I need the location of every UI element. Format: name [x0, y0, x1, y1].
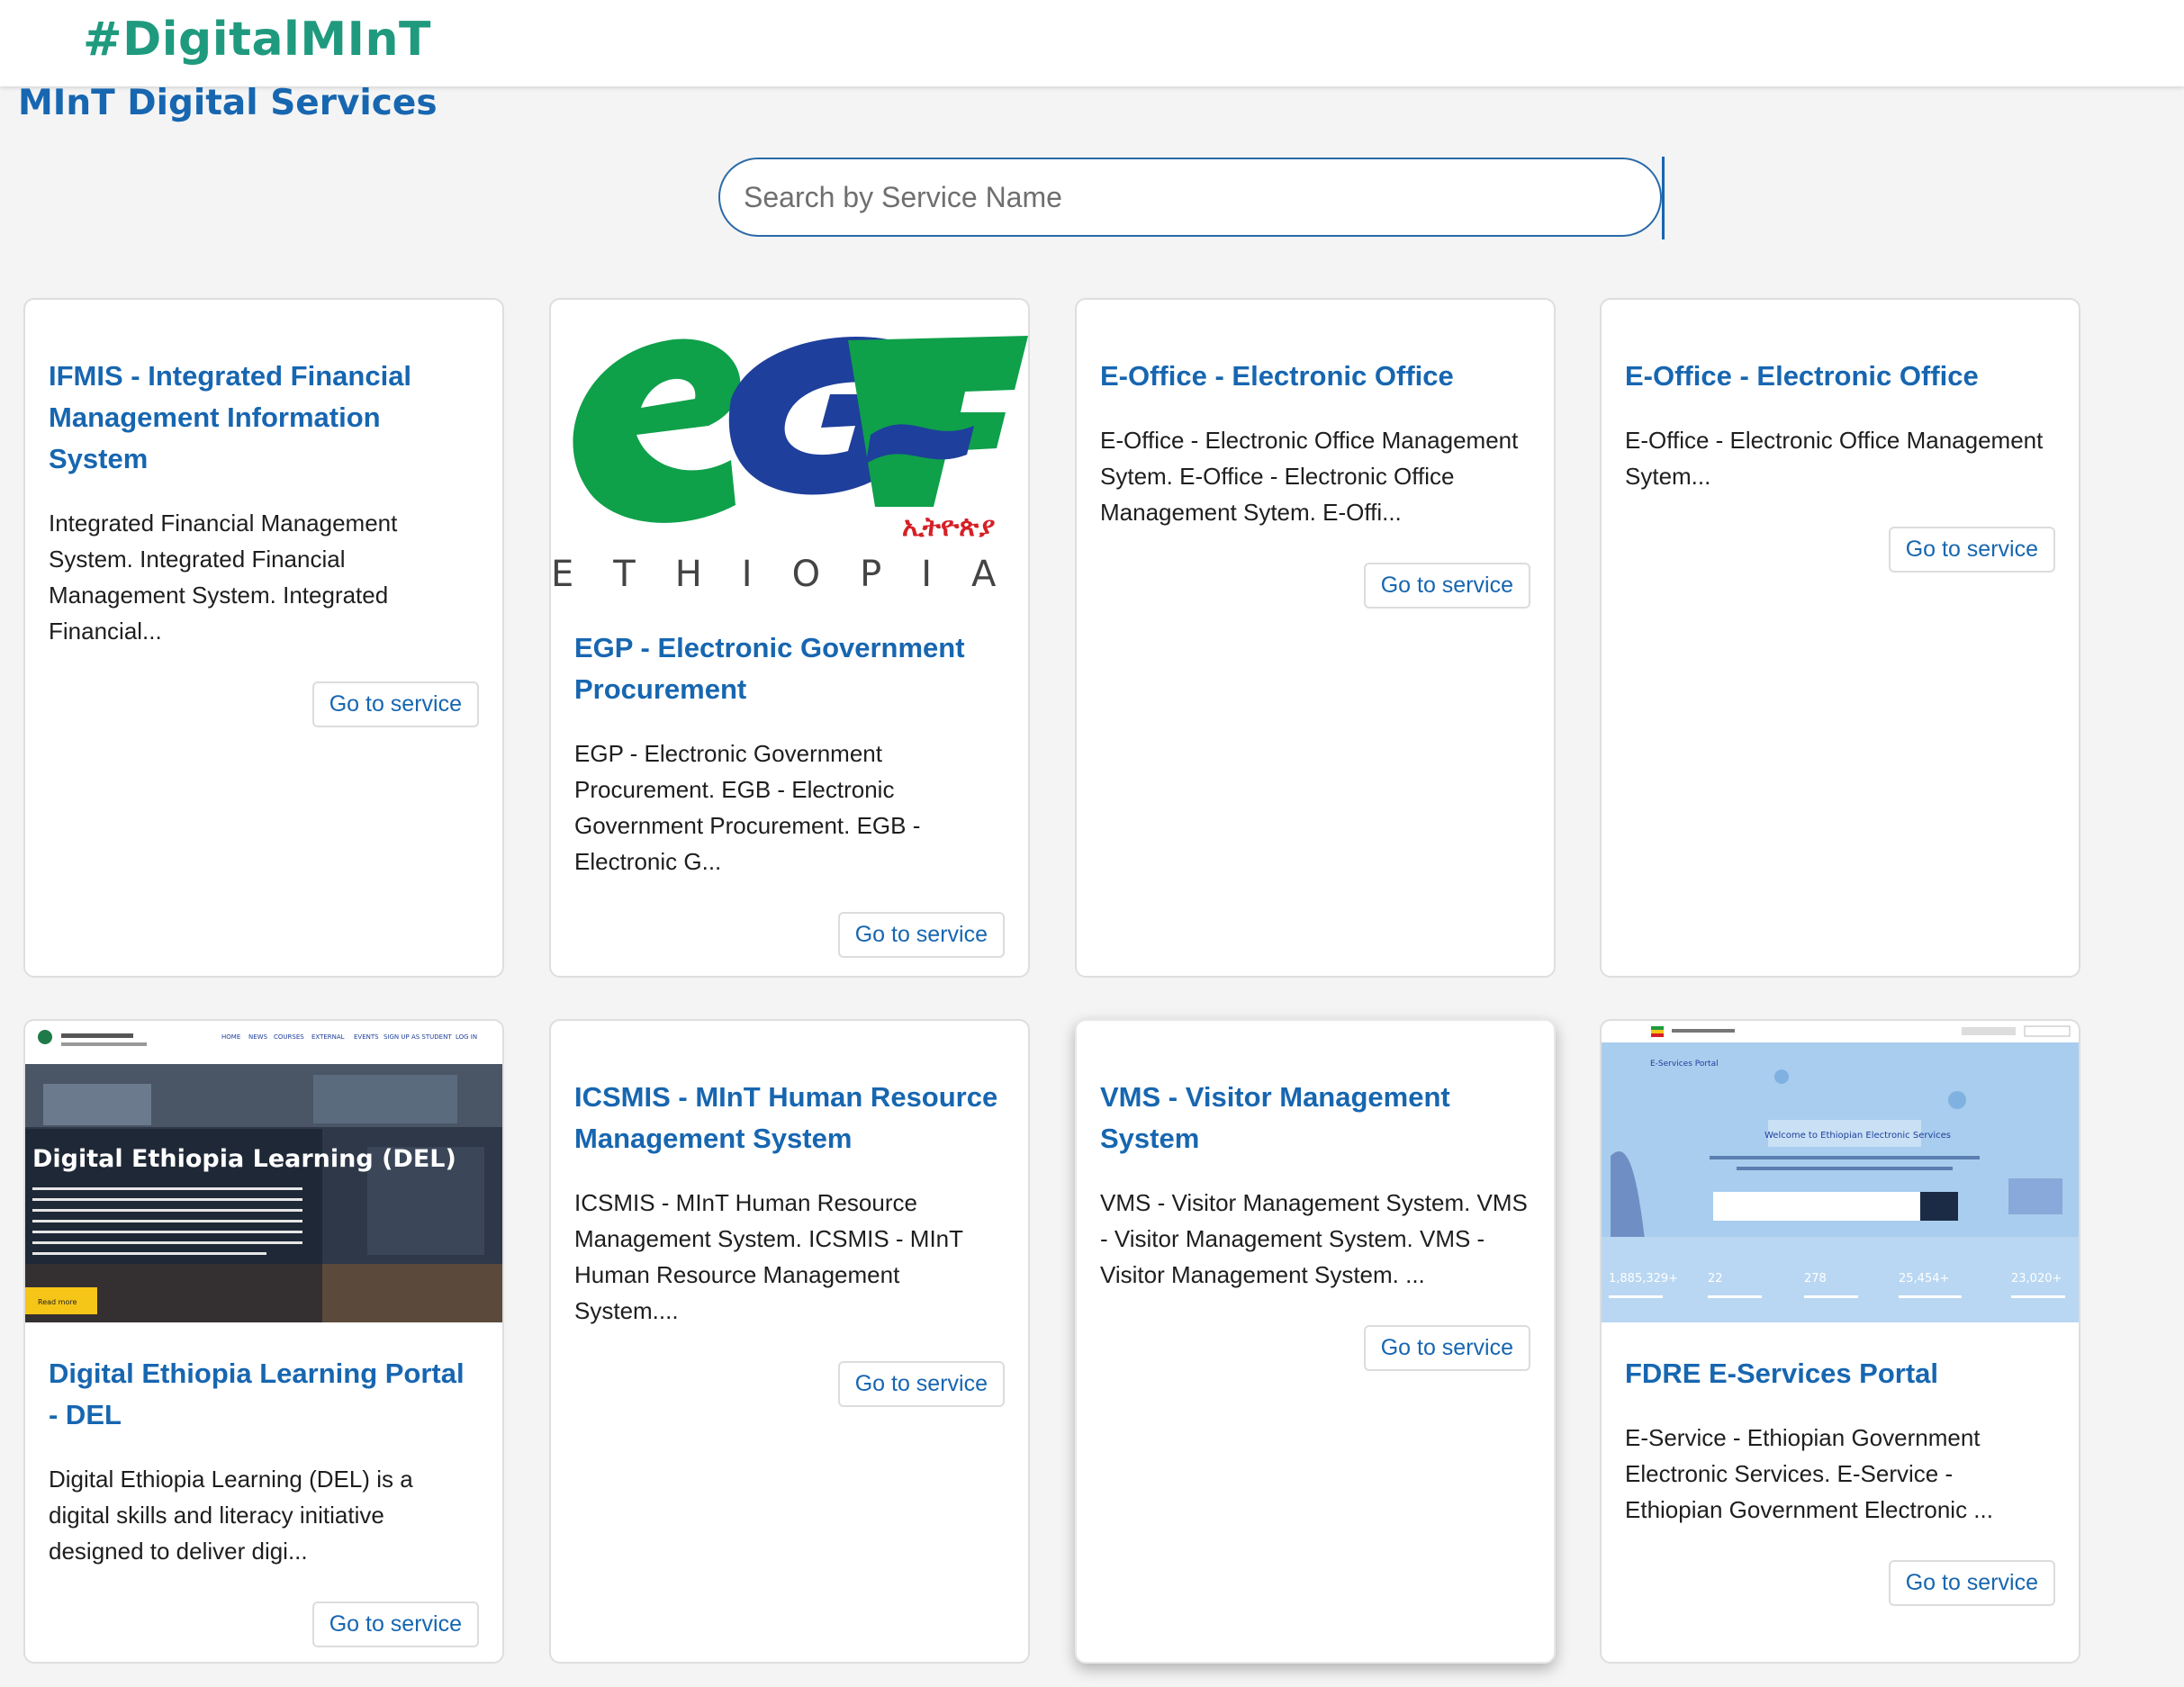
del-nav-item: LOG IN: [456, 1033, 477, 1041]
del-nav-item: EXTERNAL: [311, 1033, 345, 1041]
card-title[interactable]: IFMIS - Integrated Financial Management …: [49, 356, 479, 480]
card-description: E-Office - Electronic Office Management …: [1100, 427, 1519, 526]
fdre-stat-applications: 25,454+: [1899, 1272, 1949, 1286]
card-title[interactable]: ICSMIS - MInT Human Resource Management …: [574, 1077, 1005, 1159]
egp-amharic-label: ኢትዮጵያ: [902, 511, 995, 543]
card-title[interactable]: E-Office - Electronic Office: [1100, 356, 1530, 397]
del-screenshot-graphic: HOME NEWS COURSES EXTERNAL EVENTS SIGN U…: [25, 1021, 502, 1322]
go-to-service-button[interactable]: Go to service: [1363, 563, 1530, 609]
service-card-vms: VMS - Visitor Management System VMS - Vi…: [1075, 1019, 1556, 1664]
card-description: ICSMIS - MInT Human Resource Management …: [574, 1189, 963, 1324]
card-title[interactable]: FDRE E-Services Portal: [1625, 1353, 2055, 1394]
go-to-service-button[interactable]: Go to service: [1888, 527, 2055, 573]
del-cta-label: Read more: [38, 1298, 77, 1306]
del-screenshot-image: HOME NEWS COURSES EXTERNAL EVENTS SIGN U…: [25, 1021, 502, 1322]
fdre-screenshot-image: E-Services Portal Welcome to Ethiopian E…: [1602, 1021, 2079, 1322]
card-title[interactable]: E-Office - Electronic Office: [1625, 356, 2055, 397]
go-to-service-button[interactable]: Go to service: [1363, 1325, 1530, 1371]
fdre-screenshot-graphic: E-Services Portal Welcome to Ethiopian E…: [1602, 1021, 2079, 1322]
brand-logo[interactable]: #DigitalMInT: [83, 13, 431, 67]
fdre-stat-services: 278: [1804, 1272, 1827, 1286]
egp-logo-image: ኢትዮጵያ ETHIOPIA: [551, 300, 1028, 597]
egp-ethiopia-label: ETHIOPIA: [551, 554, 1028, 595]
service-card-fdre: E-Services Portal Welcome to Ethiopian E…: [1600, 1019, 2080, 1664]
del-nav-item: EVENTS: [354, 1033, 379, 1041]
fdre-stat-customers: 23,020+: [2011, 1272, 2062, 1286]
del-nav-item: HOME: [221, 1033, 240, 1041]
top-navbar: #DigitalMInT: [0, 0, 2184, 86]
card-description: EGP - Electronic Government Procurement.…: [574, 740, 921, 875]
service-card-del: HOME NEWS COURSES EXTERNAL EVENTS SIGN U…: [23, 1019, 504, 1664]
go-to-service-button[interactable]: Go to service: [311, 1601, 479, 1647]
service-card-eoffice-1: E-Office - Electronic Office E-Office - …: [1075, 298, 1556, 978]
service-card-eoffice-2: E-Office - Electronic Office E-Office - …: [1600, 298, 2080, 978]
go-to-service-button[interactable]: Go to service: [1888, 1560, 2055, 1606]
egp-logo-graphic: ኢትዮጵያ ETHIOPIA: [551, 336, 1028, 595]
del-headline: Digital Ethiopia Learning (DEL): [32, 1145, 456, 1173]
card-description: VMS - Visitor Management System. VMS - V…: [1100, 1189, 1528, 1288]
search-input[interactable]: [718, 158, 1662, 237]
fdre-welcome-text: Welcome to Ethiopian Electronic Services: [1764, 1131, 1951, 1141]
fdre-stat-visitors: 1,885,329+: [1609, 1272, 1678, 1286]
fdre-stat-providers: 22: [1708, 1272, 1723, 1286]
card-title[interactable]: VMS - Visitor Management System: [1100, 1077, 1530, 1159]
del-nav-item: NEWS: [248, 1033, 268, 1041]
page-title: MInT Digital Services: [18, 83, 438, 123]
card-description: E-Service - Ethiopian Government Electro…: [1625, 1424, 1993, 1523]
service-card-egp: ኢትዮጵያ ETHIOPIA EGP - Electronic Governme…: [549, 298, 1030, 978]
go-to-service-button[interactable]: Go to service: [837, 912, 1005, 958]
search-caret: [1662, 157, 1665, 239]
service-card-ifmis: IFMIS - Integrated Financial Management …: [23, 298, 504, 978]
del-nav-item: SIGN UP AS STUDENT: [384, 1033, 452, 1041]
card-description: Integrated Financial Management System. …: [49, 510, 398, 645]
card-title[interactable]: Digital Ethiopia Learning Portal - DEL: [49, 1353, 479, 1436]
service-card-icsmis: ICSMIS - MInT Human Resource Management …: [549, 1019, 1030, 1664]
card-title[interactable]: EGP - Electronic Government Procurement: [574, 627, 1005, 710]
fdre-portal-label: E-Services Portal: [1650, 1060, 1719, 1069]
card-description: E-Office - Electronic Office Management …: [1625, 427, 2044, 490]
go-to-service-button[interactable]: Go to service: [311, 681, 479, 727]
del-nav-item: COURSES: [274, 1033, 304, 1041]
go-to-service-button[interactable]: Go to service: [837, 1361, 1005, 1407]
card-description: Digital Ethiopia Learning (DEL) is a dig…: [49, 1466, 413, 1565]
